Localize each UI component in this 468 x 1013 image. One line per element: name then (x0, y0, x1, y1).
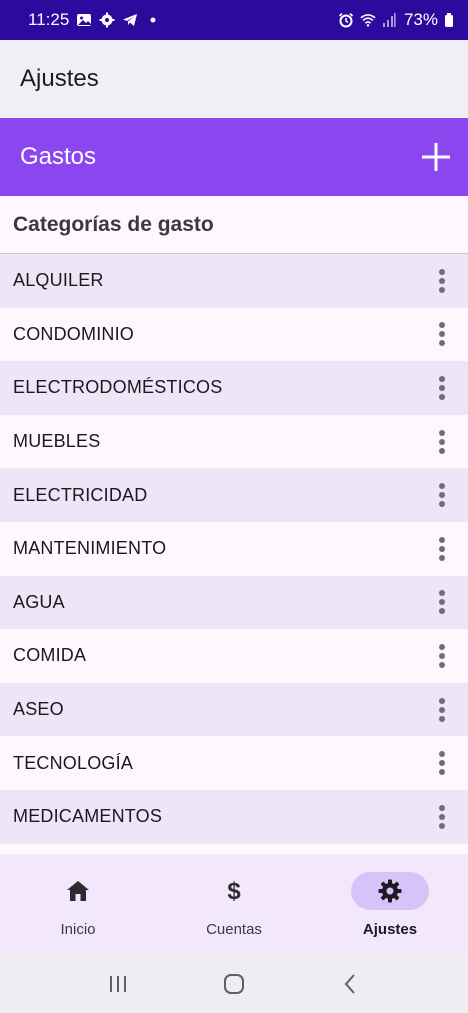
more-options-button[interactable] (430, 426, 454, 458)
gallery-icon (76, 12, 92, 28)
category-label: ELECTRODOMÉSTICOS (13, 377, 223, 398)
more-vert-icon (439, 429, 445, 454)
back-icon (344, 973, 355, 994)
category-label: MANTENIMIENTO (13, 538, 167, 559)
section-title: Gastos (20, 143, 97, 170)
more-vert-icon (439, 322, 445, 347)
category-label: ELECTRICIDAD (13, 484, 148, 505)
category-label: MUEBLES (13, 431, 101, 452)
list-item[interactable]: MANTENIMIENTO (0, 521, 468, 576)
more-vert-icon (439, 536, 445, 561)
list-item[interactable]: ALQUILER (0, 254, 468, 308)
recent-apps-icon (110, 975, 126, 992)
nav-icon-container: $ (195, 872, 273, 910)
settings-gear-icon (99, 12, 115, 28)
list-item[interactable]: TECNOLOGÍA (0, 736, 468, 790)
more-vert-icon (439, 804, 445, 829)
recent-apps-button[interactable] (98, 964, 138, 1004)
nav-icon-container (351, 872, 429, 910)
more-vert-icon (439, 375, 445, 400)
battery-icon (444, 12, 454, 28)
category-label: TECNOLOGÍA (13, 752, 134, 773)
more-options-button[interactable] (430, 265, 454, 297)
plus-icon (422, 143, 450, 171)
subheader: Categorías de gasto (0, 196, 468, 254)
more-vert-icon (439, 751, 445, 776)
alarm-icon (338, 12, 354, 28)
more-options-button[interactable] (430, 586, 454, 618)
list-item[interactable]: COMIDA (0, 629, 468, 683)
more-options-button[interactable] (430, 318, 454, 350)
more-options-button[interactable] (430, 533, 454, 565)
list-item[interactable]: ASEO (0, 682, 468, 737)
list-item[interactable]: AGUA (0, 575, 468, 630)
category-label: CONDOMINIO (13, 323, 134, 344)
battery-percent: 73% (403, 10, 438, 29)
svg-text:$: $ (227, 878, 241, 905)
app-bar: Ajustes (0, 40, 468, 118)
category-label: ASEO (13, 699, 64, 720)
gear-icon (378, 879, 402, 903)
page-title: Ajustes (20, 65, 99, 92)
nav-item-cuentas[interactable]: $ Cuentas (156, 854, 312, 954)
status-left: 11:25 (28, 10, 161, 30)
more-options-button[interactable] (430, 801, 454, 833)
more-options-button[interactable] (430, 694, 454, 726)
list-item[interactable]: MUEBLES (0, 414, 468, 469)
nav-item-ajustes[interactable]: Ajustes (312, 854, 468, 954)
more-options-button[interactable] (430, 479, 454, 511)
more-options-button[interactable] (430, 640, 454, 672)
system-nav-bar (0, 954, 468, 1013)
category-label: ALQUILER (13, 270, 104, 291)
home-icon (67, 881, 89, 901)
list-item-partial (0, 843, 468, 854)
more-vert-icon (439, 643, 445, 668)
bottom-nav: Inicio $ Cuentas Ajustes (0, 854, 468, 954)
section-header-gastos: Gastos (0, 118, 468, 196)
add-category-button[interactable] (418, 139, 454, 175)
system-home-button[interactable] (214, 964, 254, 1004)
category-label: COMIDA (13, 645, 87, 666)
home-button-icon (224, 973, 244, 994)
telegram-icon (122, 12, 138, 28)
nav-label: Cuentas (206, 921, 262, 938)
dollar-icon: $ (227, 878, 241, 905)
nav-label: Inicio (60, 921, 96, 938)
list-item[interactable]: CONDOMINIO (0, 307, 468, 362)
category-label: MEDICAMENTOS (13, 806, 163, 827)
dot-icon (145, 12, 161, 28)
nav-icon-container (39, 872, 117, 910)
list-item[interactable]: MEDICAMENTOS (0, 789, 468, 844)
signal-icon (382, 12, 398, 28)
more-vert-icon (439, 483, 445, 508)
list-item[interactable]: ELECTRICIDAD (0, 468, 468, 522)
back-button[interactable] (330, 964, 370, 1004)
more-options-button[interactable] (430, 747, 454, 779)
more-vert-icon (439, 268, 445, 293)
wifi-icon (360, 12, 376, 28)
nav-item-inicio[interactable]: Inicio (0, 854, 156, 954)
subheader-title: Categorías de gasto (13, 212, 214, 236)
status-time: 11:25 (28, 10, 70, 29)
category-label: AGUA (13, 591, 65, 612)
more-vert-icon (439, 590, 445, 615)
status-bar: 11:25 73% (0, 0, 468, 40)
status-right: 73% (338, 10, 454, 30)
more-options-button[interactable] (430, 372, 454, 404)
nav-label: Ajustes (362, 921, 418, 938)
list-item[interactable]: ELECTRODOMÉSTICOS (0, 361, 468, 415)
category-list: ALQUILER CONDOMINIO ELECTRODOMÉSTICOS MU… (0, 254, 468, 854)
more-vert-icon (439, 697, 445, 722)
